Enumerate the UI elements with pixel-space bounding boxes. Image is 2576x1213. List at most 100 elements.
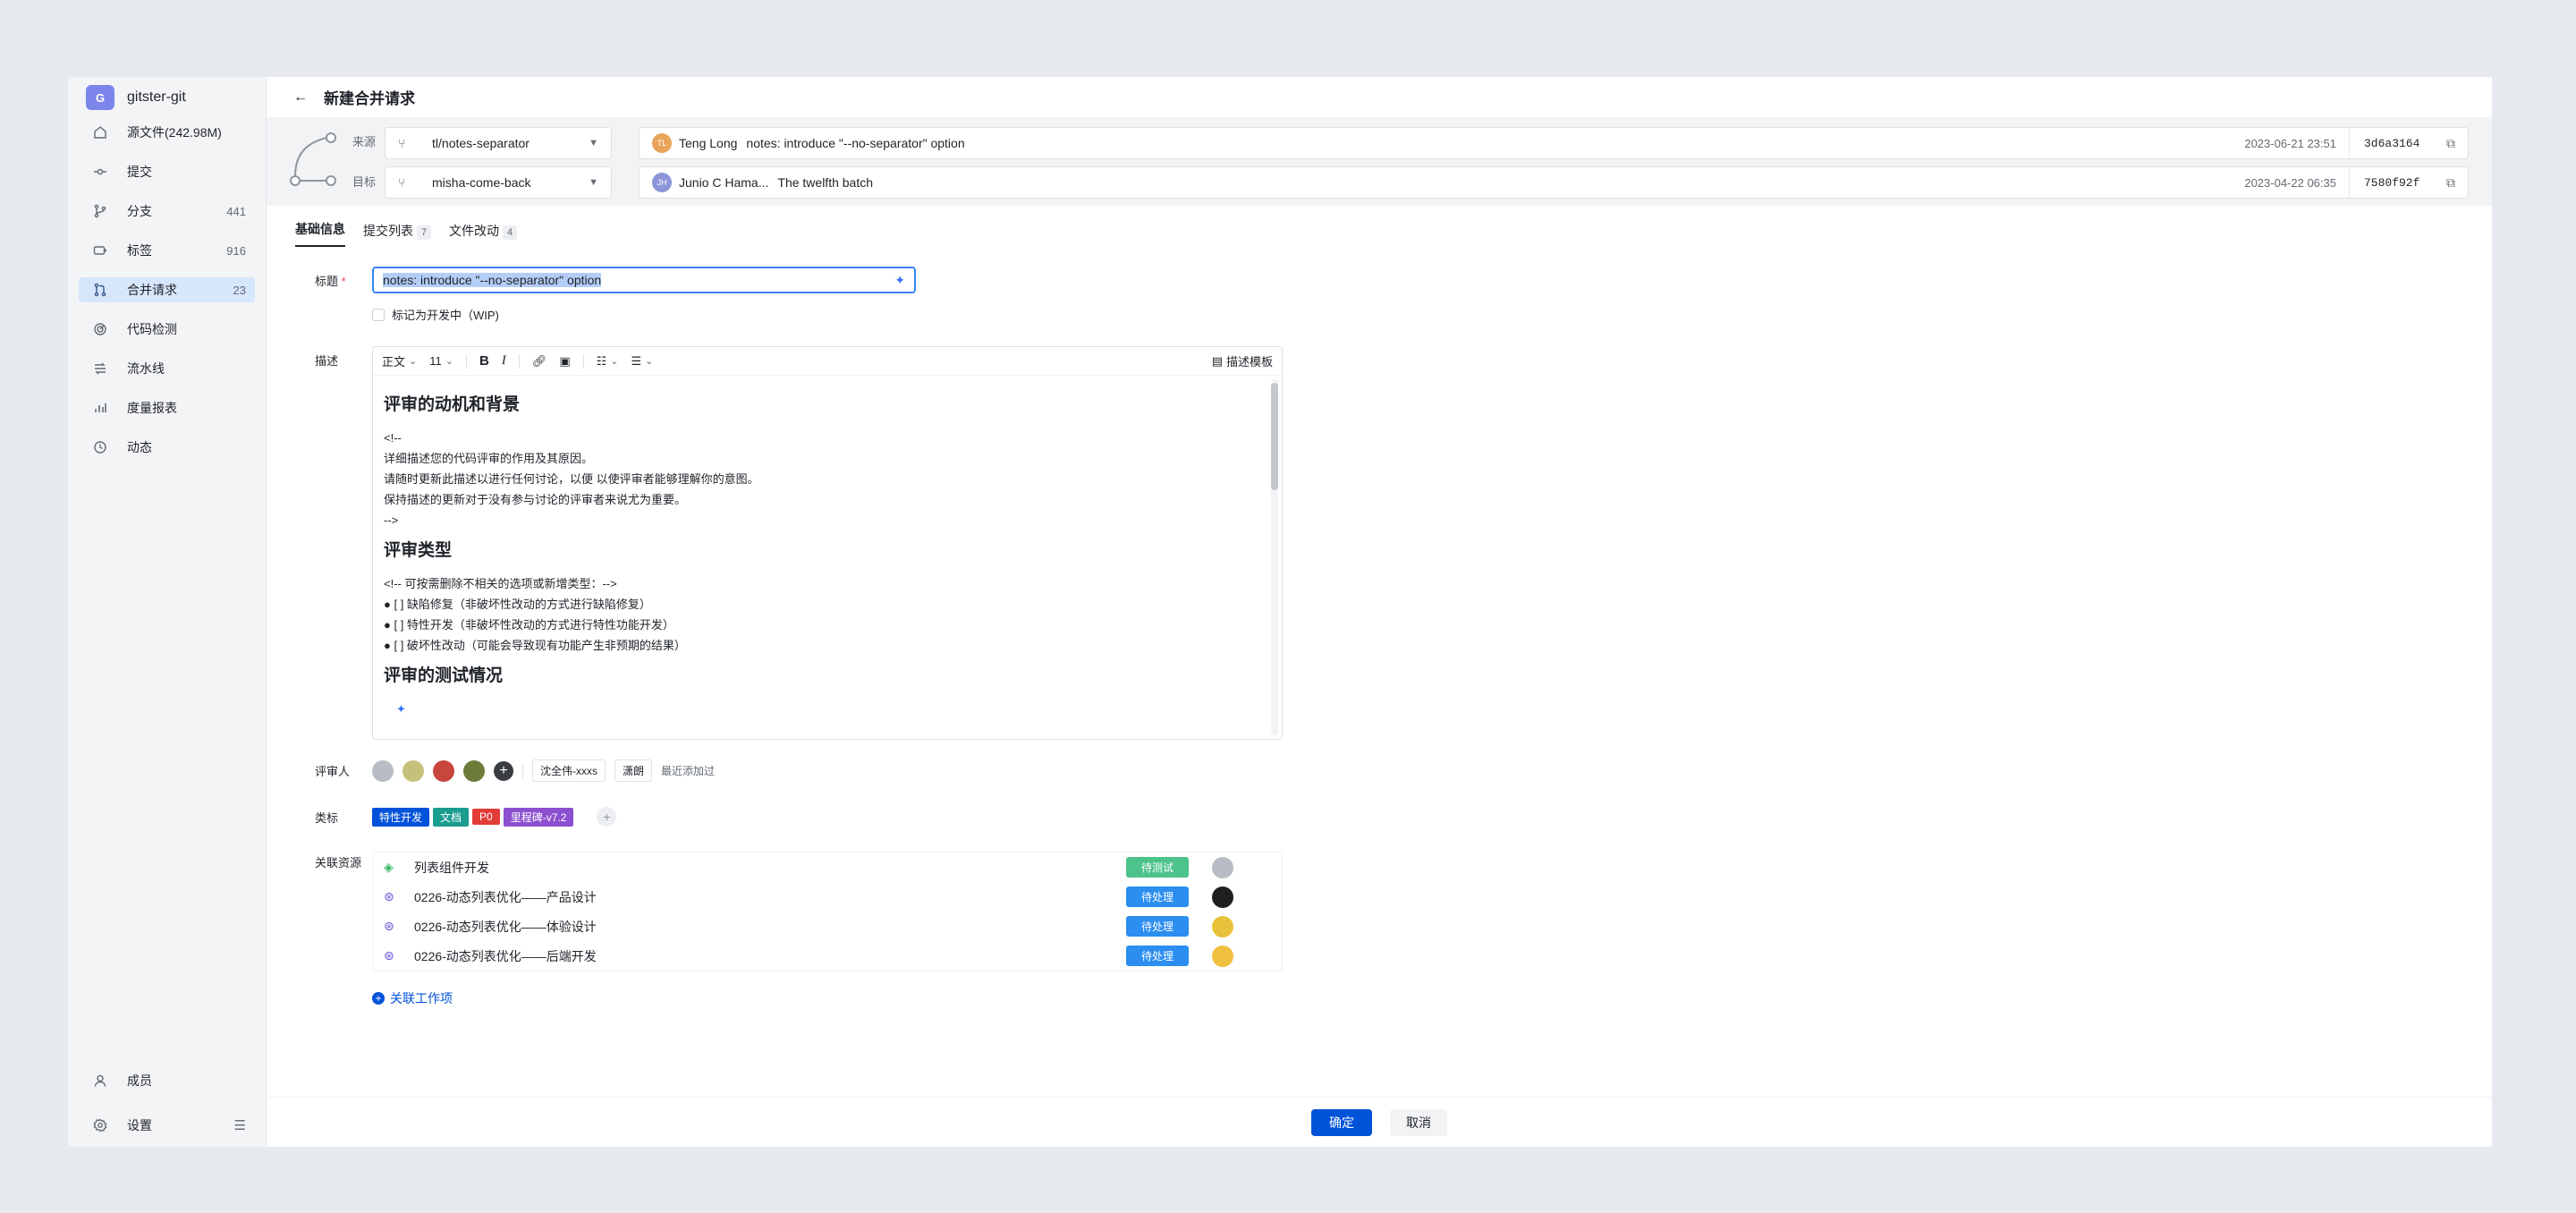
target-branch-select[interactable]: ⑂ misha-come-back ▼ (385, 166, 613, 199)
labels-row: 类标 特性开发 文档 P0 里程碑-v7.2 + (295, 807, 2492, 827)
sidebar-item-pipeline[interactable]: 流水线 (79, 356, 255, 381)
avatar[interactable] (372, 759, 394, 782)
image-icon[interactable]: ▣ (559, 354, 570, 369)
label-tag[interactable]: 特性开发 (372, 807, 430, 827)
status-badge[interactable]: 待处理 (1126, 946, 1189, 966)
requirement-icon: ⊛ (384, 919, 394, 933)
status-badge[interactable]: 待处理 (1126, 916, 1189, 937)
sidebar-item-activity[interactable]: 动态 (79, 435, 255, 460)
repo-header[interactable]: G gitster-git (75, 77, 258, 118)
wip-checkbox-row[interactable]: 标记为开发中（WIP) (372, 306, 2492, 323)
chevron-down-icon: ▼ (589, 177, 599, 188)
bullet-list-icon[interactable]: ☷ ⌄ (597, 354, 619, 369)
commit-message: The twelfth batch (777, 175, 874, 190)
bold-icon[interactable]: B (479, 353, 489, 369)
commit-hash[interactable]: 3d6a3164 (2350, 137, 2446, 150)
wip-checkbox[interactable] (372, 308, 385, 321)
commit-date: 2023-06-21 23:51 (2244, 127, 2350, 159)
link-work-item-button[interactable]: + 关联工作项 (372, 989, 2492, 1007)
confirm-button[interactable]: 确定 (1311, 1108, 1372, 1136)
title-input[interactable]: notes: introduce "--no-separator" option… (372, 267, 916, 293)
layers-icon: ◈ (384, 860, 394, 874)
description-editor[interactable]: 正文 ⌄ 11 ⌄ B I 🔗︎ ▣ ☷ ⌄ ☰ ⌄ ▤ 描述模板 评审的动机和… (372, 346, 1283, 740)
collapse-sidebar-icon[interactable]: ☰ (234, 1117, 246, 1133)
sidebar-item-reports[interactable]: 度量报表 (79, 395, 255, 420)
link-icon[interactable]: 🔗︎ (532, 354, 547, 369)
cancel-button[interactable]: 取消 (1390, 1108, 1447, 1136)
required-mark: * (341, 274, 346, 288)
tab-commits[interactable]: 提交列表 7 (363, 222, 431, 247)
sidebar-nav: 源文件(242.98M) 提交 分支 441 标签 916 合并请求 23 代码… (79, 120, 255, 460)
tab-basic-info[interactable]: 基础信息 (295, 220, 345, 247)
back-arrow-icon[interactable]: ← (293, 89, 308, 106)
chevron-down-icon: ▼ (589, 138, 599, 148)
add-label-button[interactable]: + (597, 807, 617, 827)
status-badge[interactable]: 待测试 (1126, 857, 1189, 878)
sidebar-item-settings[interactable]: 设置 ☰ (79, 1113, 255, 1138)
scroll-thumb[interactable] (1271, 383, 1278, 490)
branch-labels: 来源 目标 (352, 132, 376, 190)
sidebar-item-count: 23 (233, 283, 246, 297)
add-reviewer-button[interactable]: + (494, 760, 513, 781)
label-tag[interactable]: 里程碑-v7.2 (503, 807, 574, 827)
list-item[interactable]: ⊛ 0226-动态列表优化——后端开发 待处理 (373, 941, 1282, 971)
editor-line: ● [ ] 缺陷修复（非破坏性改动的方式进行缺陷修复） (384, 598, 651, 611)
reviewer-tag[interactable]: 沈全伟-xxxs (532, 759, 606, 782)
editor-scrollbar[interactable] (1271, 379, 1278, 735)
list-item[interactable]: ⊛ 0226-动态列表优化——产品设计 待处理 (373, 882, 1282, 912)
status-badge[interactable]: 待处理 (1126, 886, 1189, 907)
avatar[interactable] (1212, 945, 1233, 967)
avatar[interactable] (433, 759, 454, 782)
sidebar-item-label: 标签 (127, 243, 152, 258)
reviewer-list: + 沈全伟-xxxs 潇朗 最近添加过 (372, 759, 715, 782)
tab-label: 提交列表 (363, 224, 413, 238)
avatar[interactable] (1212, 915, 1233, 937)
branch-icon: ⑂ (398, 175, 406, 190)
list-item[interactable]: ◈ 列表组件开发 待测试 (373, 852, 1282, 882)
reviewers-label: 评审人 (315, 765, 351, 778)
ai-sparkle-icon[interactable]: ✦ (894, 273, 905, 288)
resource-list: ◈ 列表组件开发 待测试 ⊛ 0226-动态列表优化——产品设计 待处理 ⊛ 0… (372, 852, 1283, 971)
commit-icon (93, 165, 107, 179)
label-tag[interactable]: P0 (472, 809, 500, 825)
source-branch-value: tl/notes-separator (432, 136, 530, 150)
sidebar-item-label: 设置 (127, 1118, 152, 1132)
commit-rows: TL Teng Long notes: introduce "--no-sepa… (639, 127, 2469, 199)
sidebar-item-label: 源文件(242.98M) (127, 125, 222, 140)
italic-icon[interactable]: I (502, 353, 506, 369)
copy-icon[interactable]: ⧉ (2446, 175, 2455, 191)
text-style-select[interactable]: 正文 ⌄ (382, 352, 417, 369)
editor-toolbar: 正文 ⌄ 11 ⌄ B I 🔗︎ ▣ ☷ ⌄ ☰ ⌄ ▤ 描述模板 (373, 347, 1282, 376)
branch-selects: ⑂ tl/notes-separator ▼ ⑂ misha-come-back… (385, 127, 613, 199)
source-branch-select[interactable]: ⑂ tl/notes-separator ▼ (385, 127, 613, 159)
toolbar-divider (465, 353, 467, 369)
editor-line: 请随时更新此描述以进行任何讨论，以便 以使评审者能够理解你的意图。 (384, 472, 759, 486)
copy-icon[interactable]: ⧉ (2446, 136, 2455, 151)
sidebar-item-count: 916 (226, 243, 246, 258)
commit-date: 2023-04-22 06:35 (2244, 166, 2350, 199)
sidebar-item-members[interactable]: 成员 (79, 1068, 255, 1093)
sidebar-item-commits[interactable]: 提交 (79, 159, 255, 184)
description-template-button[interactable]: ▤ 描述模板 (1212, 352, 1273, 369)
ai-sparkle-icon[interactable]: ✦ (396, 699, 1271, 719)
avatar[interactable] (402, 759, 424, 782)
sidebar-item-label: 提交 (127, 165, 152, 179)
avatar[interactable] (1212, 886, 1233, 908)
label-tag[interactable]: 文档 (433, 807, 470, 827)
sidebar-item-code-scan[interactable]: 代码检测 (79, 317, 255, 342)
ordered-list-icon[interactable]: ☰ ⌄ (631, 354, 653, 369)
sidebar-item-branches[interactable]: 分支 441 (79, 199, 255, 224)
editor-body[interactable]: 评审的动机和背景 <!-- 详细描述您的代码评审的作用及其原因。 请随时更新此描… (373, 376, 1282, 732)
sidebar-item-merge-requests[interactable]: 合并请求 23 (79, 277, 255, 302)
editor-line: 保持描述的更新对于没有参与讨论的评审者来说尤为重要。 (384, 493, 687, 506)
sidebar-item-tags[interactable]: 标签 916 (79, 238, 255, 263)
list-item[interactable]: ⊛ 0226-动态列表优化——体验设计 待处理 (373, 912, 1282, 941)
avatar[interactable] (1212, 856, 1233, 878)
font-size-select[interactable]: 11 ⌄ (429, 354, 453, 368)
reviewer-tag[interactable]: 潇朗 (614, 759, 653, 782)
resource-name: 0226-动态列表优化——产品设计 (414, 889, 597, 904)
commit-hash[interactable]: 7580f92f (2350, 176, 2446, 190)
tab-file-changes[interactable]: 文件改动 4 (449, 222, 517, 247)
sidebar-item-source[interactable]: 源文件(242.98M) (79, 120, 255, 145)
avatar[interactable] (463, 759, 485, 782)
